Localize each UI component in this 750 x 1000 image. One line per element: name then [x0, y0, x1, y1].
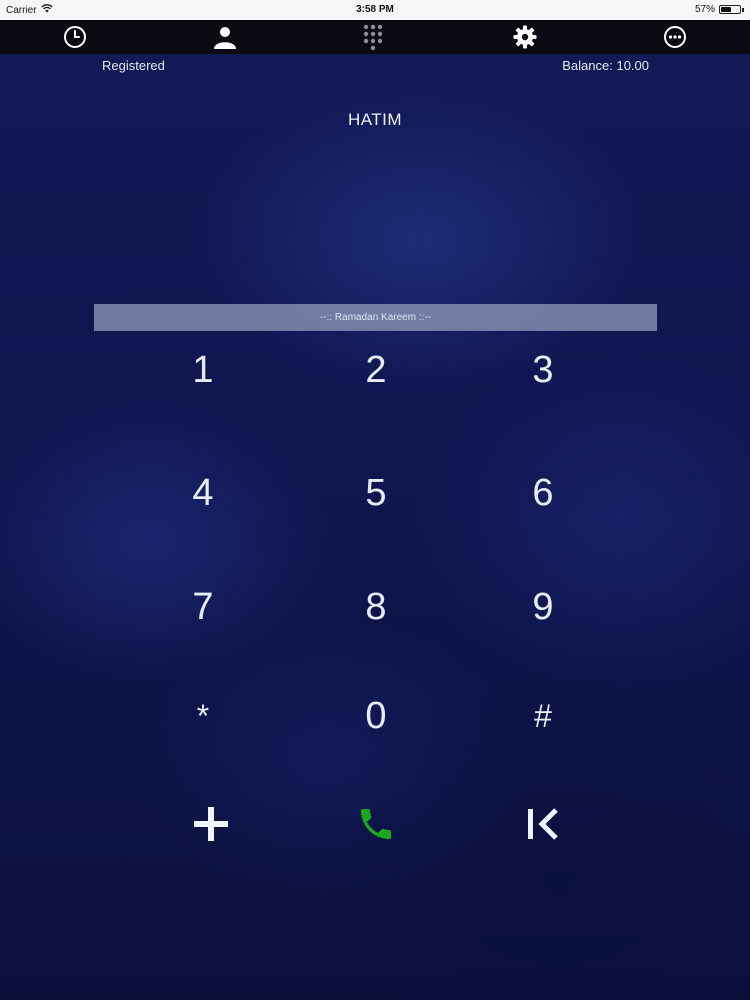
battery-icon [719, 5, 741, 14]
phone-icon [356, 804, 396, 849]
key-6[interactable]: 6 [483, 458, 603, 528]
key-9[interactable]: 9 [483, 572, 603, 642]
backspace-button[interactable] [498, 791, 588, 861]
nav-settings[interactable] [450, 20, 600, 54]
key-0[interactable]: 0 [316, 681, 436, 751]
balance-label: Balance: 10.00 [562, 58, 649, 73]
key-hash[interactable]: # [483, 681, 603, 751]
key-4[interactable]: 4 [143, 458, 263, 528]
status-bar: Carrier 3:58 PM 57% [0, 0, 750, 20]
call-button[interactable] [331, 791, 421, 861]
nav-more[interactable] [600, 20, 750, 54]
plus-icon [193, 806, 229, 847]
backspace-icon [526, 807, 560, 846]
key-3[interactable]: 3 [483, 335, 603, 405]
battery-indicator: 57% [695, 4, 744, 15]
key-2[interactable]: 2 [316, 335, 436, 405]
key-star[interactable]: * [143, 681, 263, 751]
battery-percent: 57% [694, 4, 715, 15]
key-8[interactable]: 8 [316, 572, 436, 642]
person-icon [213, 25, 237, 49]
nav-recents[interactable] [0, 20, 150, 54]
more-dots-icon [663, 25, 687, 49]
dial-number-input[interactable] [94, 304, 657, 331]
registration-status: Registered [102, 58, 165, 73]
add-contact-button[interactable] [166, 791, 256, 861]
user-name: HATIM [347, 110, 403, 129]
key-5[interactable]: 5 [316, 458, 436, 528]
nav-contacts[interactable] [150, 20, 300, 54]
nav-keypad[interactable] [300, 20, 450, 54]
key-1[interactable]: 1 [143, 335, 263, 405]
clock-time: 3:58 PM [356, 4, 394, 15]
clock-icon [63, 25, 87, 49]
key-7[interactable]: 7 [143, 572, 263, 642]
gear-icon [513, 25, 537, 49]
top-nav-bar [0, 20, 750, 54]
keypad-grid-icon [362, 24, 388, 50]
